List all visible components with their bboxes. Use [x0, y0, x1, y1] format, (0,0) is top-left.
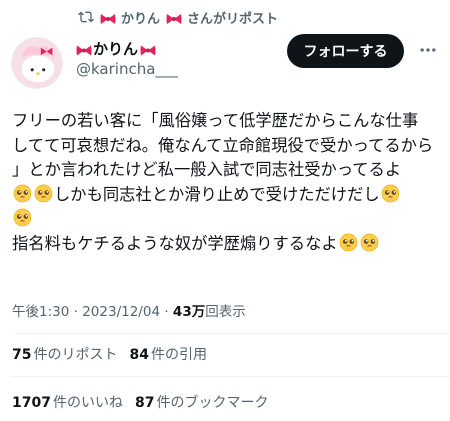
bookmark-count-label: 件のブックマーク: [156, 395, 269, 411]
tweet-line: 」とか言われたけど私一般入試で同志社受かってるよ: [12, 160, 402, 180]
pleading-face-icon: [13, 184, 32, 203]
meta-separator: ·: [164, 304, 169, 320]
author-name-row[interactable]: かりん: [76, 38, 156, 59]
meta-separator: ·: [73, 304, 78, 320]
view-count: 43万: [172, 304, 206, 320]
tweet-line: しかも同志社とか滑り止めで受けただけだし: [54, 184, 380, 204]
tweet-line-emoji-only: [12, 207, 440, 232]
bow-icon: [76, 43, 92, 55]
like-count-label: 件のいいね: [52, 395, 123, 411]
repost-count-stat[interactable]: 75 件のリポスト: [12, 344, 117, 364]
repost-user: かりん: [121, 11, 161, 27]
tweet-line: フリーの若い客に「風俗嬢って低学歴だからこんな仕事: [12, 111, 419, 130]
more-icon[interactable]: [416, 38, 440, 62]
tweet-text: フリーの若い客に「風俗嬢って低学歴だからこんな仕事 してて可哀想だね。俺なんて立…: [12, 109, 440, 257]
tweet-line-with-emoji: しかも同志社とか滑り止めで受けただけだし: [12, 183, 440, 208]
avatar[interactable]: [11, 37, 63, 89]
bookmark-count-stat[interactable]: 87 件のブックマーク: [135, 392, 268, 412]
like-count-stat[interactable]: 1707 件のいいね: [12, 392, 123, 412]
avatar-image: [12, 38, 62, 88]
tweet-line-with-emoji: 指名料もケチるような奴が学歴煽りするなよ: [12, 232, 440, 257]
tweet-line: してて可哀想だね。俺なんて立命館現役で受かってるから: [12, 135, 434, 155]
author-handle[interactable]: @karincha___: [76, 60, 178, 78]
pleading-face-icon: [381, 184, 400, 203]
repost-icon: [78, 11, 94, 23]
tweet-meta: 午後1:30 · 2023/12/04 · 43万回表示: [12, 300, 246, 320]
repost-header[interactable]: かりん さんがリポスト: [78, 6, 278, 28]
repost-count-label: 件のリポスト: [33, 347, 118, 363]
quote-count: 84: [129, 347, 149, 363]
bow-icon: [140, 43, 156, 55]
follow-button[interactable]: フォローする: [287, 34, 404, 68]
repost-suffix: さんがリポスト: [187, 11, 279, 27]
view-label: 回表示: [205, 304, 246, 320]
pleading-face-icon: [360, 233, 379, 252]
tweet-time[interactable]: 午後1:30: [12, 304, 69, 320]
bow-icon: [166, 11, 182, 24]
quote-count-stat[interactable]: 84 件の引用: [129, 344, 206, 364]
divider: [12, 376, 450, 377]
repost-count: 75: [12, 347, 32, 363]
tweet-date[interactable]: 2023/12/04: [82, 304, 160, 320]
bookmark-count: 87: [134, 395, 155, 411]
pleading-face-icon: [13, 208, 32, 227]
stats-row-likes: 1707 件のいいね 87 件のブックマーク: [12, 392, 268, 412]
quote-count-label: 件の引用: [150, 347, 207, 363]
stats-row-reposts: 75 件のリポスト 84 件の引用: [12, 344, 207, 364]
tweet-line: 指名料もケチるような奴が学歴煽りするなよ: [12, 233, 338, 253]
author-name: かりん: [93, 40, 139, 58]
divider: [12, 333, 450, 334]
like-count: 1707: [12, 395, 51, 411]
pleading-face-icon: [339, 233, 358, 252]
pleading-face-icon: [34, 184, 53, 203]
bow-icon: [100, 11, 116, 24]
